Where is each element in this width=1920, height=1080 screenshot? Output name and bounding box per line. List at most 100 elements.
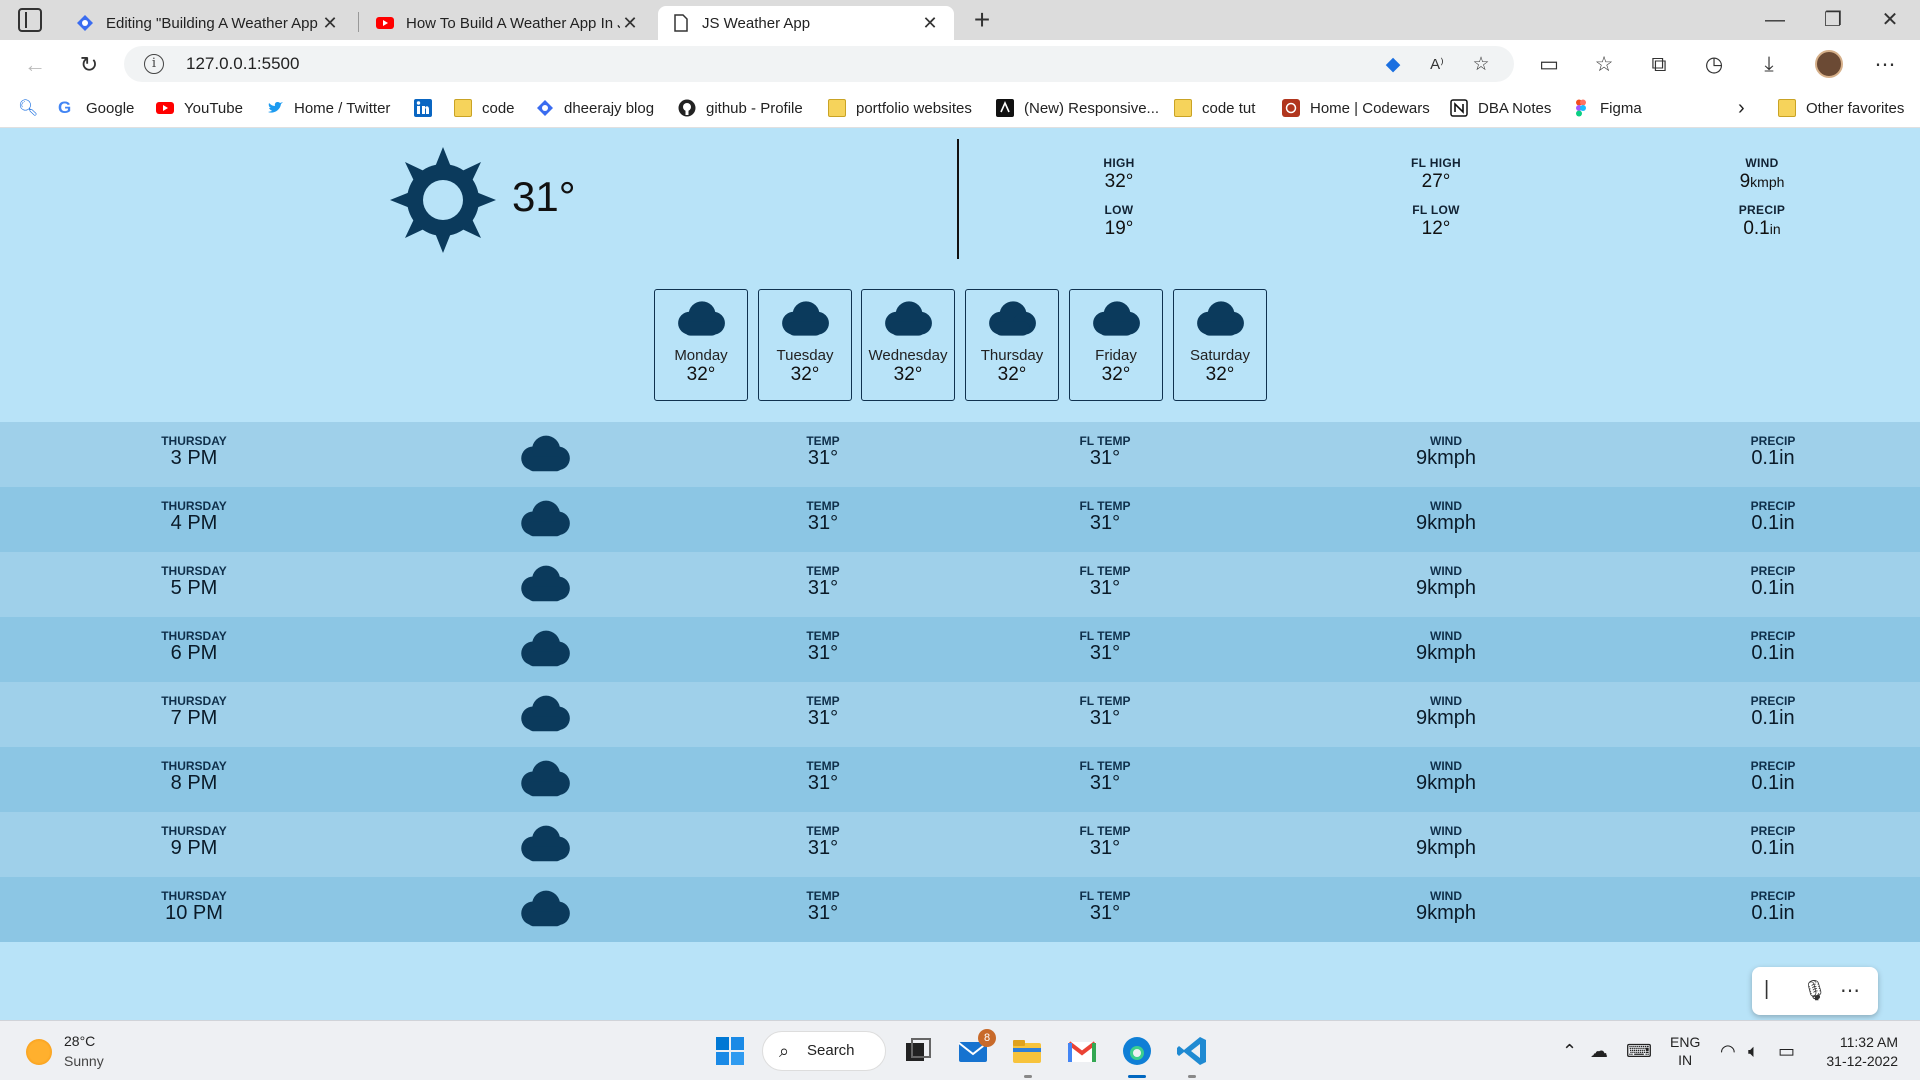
hour-time-cell: THURSDAY 9 PM xyxy=(161,824,227,859)
close-window-button[interactable]: ✕ xyxy=(1862,6,1918,34)
weather-sun-icon[interactable] xyxy=(26,1039,52,1065)
tab-actions-button[interactable] xyxy=(18,8,42,32)
figma-icon xyxy=(1576,99,1586,117)
folder-icon xyxy=(1778,99,1796,117)
day-name: Thursday xyxy=(980,347,1044,364)
windows-start-icon[interactable] xyxy=(712,1033,748,1069)
hour-precip-cell: PRECIP 0.1in xyxy=(1750,434,1796,469)
tab-weather-app[interactable]: JS Weather App ✕ xyxy=(658,6,954,40)
tab-editing[interactable]: Editing "Building A Weather App ✕ xyxy=(62,6,354,40)
battery-icon[interactable]: ▭ xyxy=(1778,1041,1795,1062)
new-tab-button[interactable]: + xyxy=(966,4,998,36)
tab-youtube[interactable]: How To Build A Weather App In J ✕ xyxy=(362,6,654,40)
favorite-code-folder[interactable]: code xyxy=(454,88,515,128)
search-icon: ⌕ xyxy=(779,1041,790,1061)
taskbar-search[interactable]: ⌕ Search xyxy=(762,1031,886,1071)
blog-icon xyxy=(537,100,553,116)
favorite-codetut-folder[interactable]: code tut xyxy=(1174,88,1255,128)
info-icon[interactable]: i xyxy=(144,54,164,74)
stat-high: HIGH 32° xyxy=(1049,156,1189,193)
stat-value: 27° xyxy=(1421,171,1451,192)
favorite-label: Home / Twitter xyxy=(294,99,391,117)
drag-handle-icon[interactable]: | xyxy=(1764,978,1769,1001)
keyboard-icon[interactable]: ⌨ xyxy=(1626,1041,1652,1062)
hour-temp-cell: TEMP 31° xyxy=(806,694,840,729)
cloud-icon xyxy=(521,760,570,797)
favorite-other[interactable]: Other favorites xyxy=(1778,88,1904,128)
favorite-codewars[interactable]: Home | Codewars xyxy=(1282,88,1430,128)
chevron-up-icon[interactable]: ⌃ xyxy=(1562,1041,1577,1062)
weather-temp[interactable]: 28°C xyxy=(64,1033,95,1049)
volume-icon[interactable]: 🔈︎ xyxy=(1748,1041,1759,1062)
hour-precip-cell: PRECIP 0.1in xyxy=(1750,694,1796,729)
favorite-github[interactable]: github - Profile xyxy=(678,88,803,128)
history-icon[interactable]: ◷ xyxy=(1701,52,1727,78)
search-icon[interactable]: 🔍︎ xyxy=(18,88,38,128)
address-bar[interactable]: i 127.0.0.1:5500 ◆ A⁾ ☆ xyxy=(124,46,1514,82)
clock[interactable]: 11:32 AM 31-12-2022 xyxy=(1818,1033,1898,1071)
task-view-icon[interactable] xyxy=(900,1033,936,1069)
current-temperature: 31° xyxy=(512,173,576,220)
favorite-label: (New) Responsive... xyxy=(1024,99,1160,117)
close-icon[interactable]: ✕ xyxy=(920,13,940,34)
weather-condition[interactable]: Sunny xyxy=(64,1053,104,1069)
language-indicator[interactable]: ENG IN xyxy=(1670,1033,1700,1069)
file-explorer-icon[interactable] xyxy=(1009,1033,1045,1069)
favorite-linkedin[interactable] xyxy=(414,88,442,128)
add-favorite-icon[interactable]: ☆ xyxy=(1470,54,1492,76)
wifi-icon[interactable]: ◠ xyxy=(1720,1041,1736,1062)
shopping-tag-icon[interactable]: ◆ xyxy=(1382,54,1404,76)
gmail-icon[interactable] xyxy=(1064,1033,1100,1069)
day-card: Friday 32° xyxy=(1069,289,1163,401)
favorite-google[interactable]: G Google xyxy=(58,88,134,128)
cast-icon[interactable]: ▭ xyxy=(1536,52,1562,78)
hour-fl-temp-cell: FL TEMP 31° xyxy=(1079,629,1131,664)
profile-avatar[interactable] xyxy=(1815,50,1843,78)
stat-wind: WIND 9kmph xyxy=(1692,156,1832,193)
stat-label: FL LOW xyxy=(1412,203,1460,217)
stat-label: PRECIP xyxy=(1738,203,1786,217)
refresh-button[interactable]: ↻ xyxy=(74,50,104,80)
hour-time-cell: THURSDAY 7 PM xyxy=(161,694,227,729)
hour-row: THURSDAY 5 PM TEMP 31° FL TEMP 31° WIND 9kmph PR… xyxy=(0,552,1920,617)
google-icon: G xyxy=(58,98,72,117)
collections-icon[interactable]: ⧉ xyxy=(1646,52,1672,78)
microphone-icon[interactable]: 🎙︎ xyxy=(1802,978,1827,1003)
read-aloud-icon[interactable]: A⁾ xyxy=(1426,54,1448,76)
stat-value: 9kmph xyxy=(1739,171,1785,192)
favorite-twitter[interactable]: Home / Twitter xyxy=(266,88,390,128)
favorite-responsive[interactable]: (New) Responsive... xyxy=(996,88,1159,128)
folder-icon xyxy=(454,99,472,117)
download-icon[interactable]: ⤓ xyxy=(1756,52,1782,78)
favorites-icon[interactable]: ☆ xyxy=(1591,52,1617,78)
favorite-figma[interactable]: Figma xyxy=(1572,88,1642,128)
chevron-right-icon[interactable]: › xyxy=(1738,88,1745,128)
favorite-blog[interactable]: dheerajy blog xyxy=(536,88,654,128)
day-temp: 32° xyxy=(686,364,716,385)
cloud-icon xyxy=(1197,301,1244,336)
favorite-portfolio-folder[interactable]: portfolio websites xyxy=(828,88,972,128)
onedrive-icon[interactable]: ☁ xyxy=(1590,1041,1608,1062)
favorite-dba-notes[interactable]: DBA Notes xyxy=(1450,88,1551,128)
restore-button[interactable]: ❐ xyxy=(1805,6,1861,34)
hour-precip-cell: PRECIP 0.1in xyxy=(1750,564,1796,599)
minimize-button[interactable]: — xyxy=(1747,6,1803,34)
favorite-youtube[interactable]: YouTube xyxy=(156,88,243,128)
cloud-icon xyxy=(521,565,570,602)
favorite-label: Home | Codewars xyxy=(1310,99,1430,117)
day-card: Tuesday 32° xyxy=(758,289,852,401)
edge-icon[interactable] xyxy=(1119,1033,1155,1069)
back-button[interactable]: ← xyxy=(20,50,50,80)
day-card: Monday 32° xyxy=(654,289,748,401)
hour-temp-cell: TEMP 31° xyxy=(806,564,840,599)
favorite-label: code xyxy=(482,99,515,117)
more-icon[interactable]: ⋯ xyxy=(1840,978,1860,1003)
close-icon[interactable]: ✕ xyxy=(320,13,340,34)
close-icon[interactable]: ✕ xyxy=(620,13,640,34)
url-text[interactable]: 127.0.0.1:5500 xyxy=(186,54,299,74)
vscode-icon[interactable] xyxy=(1174,1033,1210,1069)
day-name: Friday xyxy=(1095,347,1137,364)
more-icon[interactable]: ⋯ xyxy=(1872,52,1898,78)
stat-value: 0.1in xyxy=(1743,218,1781,239)
hour-row: THURSDAY 8 PM TEMP 31° FL TEMP 31° WIND 9kmph PR… xyxy=(0,747,1920,812)
